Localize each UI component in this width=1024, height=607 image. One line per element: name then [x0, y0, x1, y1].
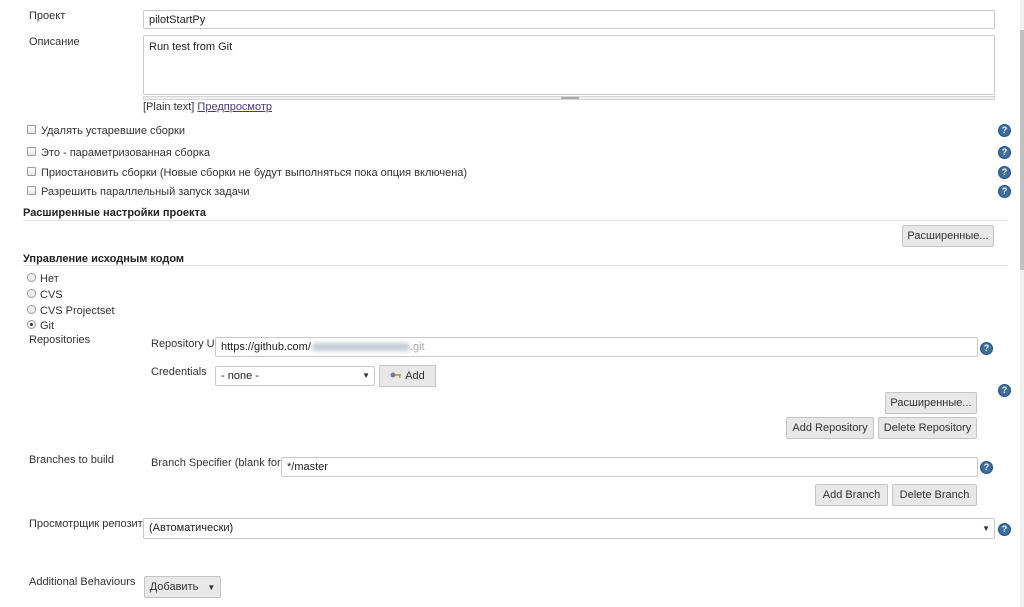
section-divider	[23, 265, 1008, 266]
discard-old-builds-checkbox[interactable]	[27, 125, 36, 134]
parameterized-build-checkbox[interactable]	[27, 147, 36, 156]
add-branch-button[interactable]: Add Branch	[815, 484, 888, 506]
add-credentials-button[interactable]: Add	[379, 365, 436, 387]
page-scrollbar[interactable]	[1020, 0, 1024, 607]
repository-browser-value: (Автоматически)	[149, 522, 234, 534]
scm-cvs-radio[interactable]	[27, 289, 36, 298]
add-behaviour-button[interactable]: Добавить ▼	[144, 576, 221, 598]
description-label: Описание	[29, 36, 80, 48]
delete-repository-button[interactable]: Delete Repository	[878, 417, 977, 439]
concurrent-builds-label: Разрешить параллельный запуск задачи	[41, 186, 250, 198]
redacted-path	[311, 343, 410, 352]
discard-old-builds-label: Удалять устаревшие сборки	[41, 125, 185, 137]
format-plain-text: [Plain text]	[143, 101, 195, 113]
concurrent-builds-checkbox[interactable]	[27, 186, 36, 195]
key-icon	[390, 370, 402, 382]
scrollbar-thumb[interactable]	[1020, 30, 1024, 270]
scm-heading: Управление исходным кодом	[23, 253, 185, 265]
credentials-value: - none -	[221, 370, 259, 382]
help-icon[interactable]: ?	[998, 384, 1011, 397]
delete-branch-button[interactable]: Delete Branch	[892, 484, 977, 506]
caret-down-icon: ▼	[982, 524, 990, 533]
project-name-input[interactable]: pilotStartPy	[143, 10, 995, 29]
add-behaviour-label: Добавить	[149, 581, 199, 593]
scm-git-radio[interactable]	[27, 320, 36, 329]
branches-label: Branches to build	[29, 454, 114, 466]
parameterized-build-label: Это - параметризованная сборка	[41, 147, 211, 159]
repository-url-suffix: .git	[409, 341, 425, 353]
advanced-project-heading: Расширенные настройки проекта	[23, 207, 207, 219]
help-icon[interactable]: ?	[998, 166, 1011, 179]
help-icon[interactable]: ?	[998, 124, 1011, 137]
grip-icon	[561, 97, 579, 99]
credentials-select[interactable]: - none - ▼	[215, 366, 375, 386]
branch-specifier-input[interactable]: */master	[281, 457, 978, 477]
repository-url-input[interactable]: https://github.com/ .git	[215, 337, 978, 357]
additional-behaviours-label: Additional Behaviours	[29, 576, 136, 588]
help-icon[interactable]: ?	[980, 342, 993, 355]
scm-cvs-projectset-radio[interactable]	[27, 305, 36, 314]
repository-browser-select[interactable]: (Автоматически) ▼	[143, 518, 995, 539]
disable-builds-checkbox[interactable]	[27, 167, 36, 176]
help-icon[interactable]: ?	[998, 523, 1011, 536]
help-icon[interactable]: ?	[998, 185, 1011, 198]
repository-advanced-button[interactable]: Расширенные...	[885, 392, 977, 414]
section-divider	[23, 220, 1008, 221]
description-resize-handle[interactable]	[143, 96, 995, 100]
description-format-row: [Plain text] Предпросмотр	[143, 101, 272, 113]
advanced-project-button[interactable]: Расширенные...	[902, 225, 994, 247]
scm-none-label: Нет	[40, 273, 59, 285]
preview-link[interactable]: Предпросмотр	[197, 101, 272, 113]
repository-url-value: https://github.com/	[221, 341, 311, 353]
add-credentials-label: Add	[405, 370, 425, 382]
caret-down-icon: ▼	[362, 371, 370, 380]
add-repository-button[interactable]: Add Repository	[786, 417, 874, 439]
help-icon[interactable]: ?	[980, 461, 993, 474]
scm-none-radio[interactable]	[27, 273, 36, 282]
scm-cvs-label: CVS	[40, 289, 63, 301]
description-textarea[interactable]	[143, 35, 995, 95]
scm-cvs-projectset-label: CVS Projectset	[40, 305, 115, 317]
repositories-label: Repositories	[29, 334, 91, 346]
scm-git-label: Git	[40, 320, 55, 332]
help-icon[interactable]: ?	[998, 146, 1011, 159]
project-label: Проект	[29, 10, 66, 22]
caret-down-icon: ▼	[207, 582, 216, 592]
credentials-label: Credentials	[151, 366, 207, 378]
disable-builds-label: Приостановить сборки (Новые сборки не бу…	[41, 167, 468, 179]
